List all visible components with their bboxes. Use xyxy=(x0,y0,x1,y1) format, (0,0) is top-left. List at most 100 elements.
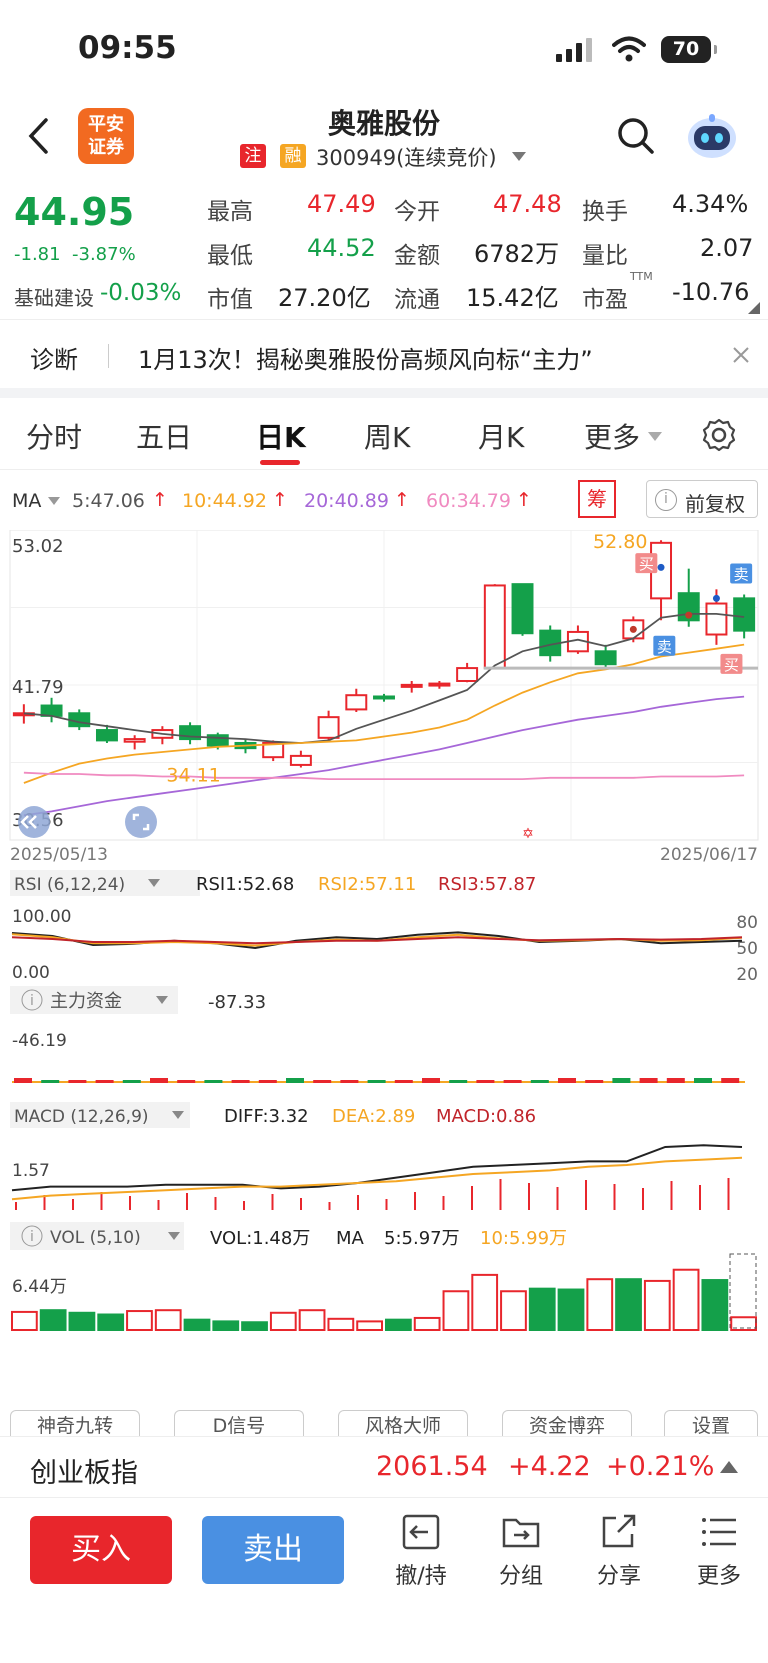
tab-monthly-k[interactable]: 月K xyxy=(478,416,524,456)
y-axis-label: 53.02 xyxy=(12,536,64,557)
stock-code[interactable]: 300949(连续竞价) xyxy=(316,142,497,172)
open-value: 47.48 xyxy=(493,190,562,218)
bottom-action-bar: 买入 卖出 撤/持 分组 分享 更多 xyxy=(0,1498,768,1663)
group-tool[interactable]: 分组 xyxy=(486,1512,556,1590)
up-arrow-icon: ↑ xyxy=(394,489,410,511)
volume-bar xyxy=(643,1279,671,1332)
fund-bar xyxy=(476,1080,495,1083)
expand-corner-icon[interactable] xyxy=(748,302,760,314)
vol-ma10-legend: 10:5.99万 xyxy=(480,1228,567,1249)
rsi2-legend: RSI2:57.11 xyxy=(318,874,416,895)
ma60-legend: 60:34.79 xyxy=(426,490,511,512)
low-price-label: 34.11 xyxy=(166,765,220,787)
gear-icon[interactable] xyxy=(702,418,736,452)
candle-body xyxy=(400,683,423,688)
share-tool[interactable]: 分享 xyxy=(584,1512,654,1590)
more-tool[interactable]: 更多 xyxy=(684,1512,754,1590)
event-marker-icon: ✡ xyxy=(522,826,534,842)
status-time: 09:55 xyxy=(78,30,177,66)
chevron-down-icon[interactable] xyxy=(648,432,662,442)
chart-area[interactable]: 53.0241.7930.5652.8034.11买卖买卖✡2025/05/13… xyxy=(0,530,768,1410)
tab-daily-k[interactable]: 日K xyxy=(256,416,306,456)
rsi-selector: RSI (6,12,24) xyxy=(14,875,125,895)
sell-signal: 卖 xyxy=(734,565,749,583)
sector-name[interactable]: 基础建设 xyxy=(14,282,94,311)
rsi-level-50: 50 xyxy=(736,939,758,959)
menu-icon xyxy=(702,1518,736,1546)
vol-selector: VOL (5,10) xyxy=(50,1228,141,1248)
battery-icon: 70 xyxy=(661,36,717,63)
volume-bar xyxy=(471,1273,499,1332)
volume-bar xyxy=(586,1278,614,1332)
stock-header: 平安 证券 奥雅股份 注 融 300949(连续竞价) xyxy=(0,100,768,178)
fund-bar xyxy=(612,1078,631,1083)
fullscreen-icon xyxy=(125,806,157,838)
diagnosis-bar[interactable]: 诊断 1月13次！揭秘奥雅股份高频风向标“主力” xyxy=(0,322,768,388)
float-cap-label: 流通 xyxy=(394,287,440,313)
market-cap-label: 市值 xyxy=(207,287,253,313)
candle-body xyxy=(373,695,395,700)
info-icon-glyph: i xyxy=(30,1229,34,1245)
price-change: -1.81 xyxy=(14,244,61,265)
search-icon[interactable] xyxy=(616,116,656,156)
candle-body xyxy=(289,754,312,766)
high-label: 最高 xyxy=(207,199,253,225)
macd-y-label: 1.57 xyxy=(12,1161,50,1181)
volume-bar xyxy=(672,1268,700,1332)
tab-five-day[interactable]: 五日 xyxy=(136,416,192,456)
fund-value: -87.33 xyxy=(208,992,266,1013)
diagnosis-text[interactable]: 1月13次！揭秘奥雅股份高频风向标“主力” xyxy=(138,340,593,375)
sector-pct: -0.03% xyxy=(100,280,182,306)
ma-selector[interactable]: MA xyxy=(12,490,41,512)
margin-badge: 融 xyxy=(280,144,306,168)
fund-bar xyxy=(422,1078,440,1083)
low-label: 最低 xyxy=(207,243,253,269)
volume-bar xyxy=(356,1320,384,1332)
volume-bar xyxy=(500,1290,527,1331)
volume-bar xyxy=(615,1278,642,1332)
rsi1-legend: RSI1:52.68 xyxy=(196,874,294,895)
cancel-hold-tool[interactable]: 撤/持 xyxy=(386,1512,456,1590)
buy-signal: 买 xyxy=(639,555,654,573)
app-screen: 09:55 70 平安 证券 奥雅股份 注 融 300949(连续竞价) 44.9… xyxy=(0,0,768,1663)
fund-bar xyxy=(41,1080,60,1083)
candle-body xyxy=(317,716,340,739)
volume-bar xyxy=(528,1287,556,1332)
index-ticker[interactable]: 创业板指 2061.54 +4.22 +0.21% xyxy=(0,1436,768,1498)
fund-bar xyxy=(122,1080,141,1083)
chevron-down-icon[interactable] xyxy=(512,152,526,162)
volume-bar xyxy=(154,1309,182,1332)
low-value: 44.52 xyxy=(307,234,376,262)
chip-distribution-button[interactable]: 筹 xyxy=(578,480,616,518)
volume-bar xyxy=(68,1311,96,1331)
close-icon[interactable] xyxy=(732,346,750,364)
signal-dot xyxy=(712,594,720,602)
tab-weekly-k[interactable]: 周K xyxy=(364,416,410,456)
volume-bar xyxy=(385,1318,412,1332)
candle-body xyxy=(40,704,63,717)
adjust-mode-button[interactable]: i 前复权 xyxy=(646,480,758,518)
signal-icon xyxy=(556,38,592,62)
buy-button[interactable]: 买入 xyxy=(30,1516,172,1584)
active-tab-indicator xyxy=(260,460,300,465)
ma20-legend: 20:40.89 xyxy=(304,490,389,512)
fund-bar xyxy=(177,1080,196,1083)
turnover-label: 换手 xyxy=(582,199,628,225)
sell-signal: 卖 xyxy=(657,638,672,656)
fund-bar xyxy=(204,1080,223,1083)
rsi-y-min: 0.00 xyxy=(12,963,50,983)
candle-body xyxy=(68,712,91,728)
chevron-down-icon[interactable] xyxy=(48,497,60,506)
fund-bar xyxy=(150,1078,168,1083)
chevron-up-icon[interactable] xyxy=(720,1461,738,1473)
tab-intraday[interactable]: 分时 xyxy=(26,416,82,456)
x-axis-end-date: 2025/06/17 xyxy=(660,845,758,865)
fund-bar xyxy=(503,1080,522,1083)
sell-button[interactable]: 卖出 xyxy=(202,1516,344,1584)
tab-more[interactable]: 更多 xyxy=(584,416,640,456)
volume-bar xyxy=(212,1320,240,1332)
up-arrow-icon: ↑ xyxy=(152,489,168,511)
volume-bar xyxy=(97,1313,125,1331)
robot-assistant-icon[interactable] xyxy=(686,112,738,160)
info-icon: i xyxy=(655,489,677,511)
